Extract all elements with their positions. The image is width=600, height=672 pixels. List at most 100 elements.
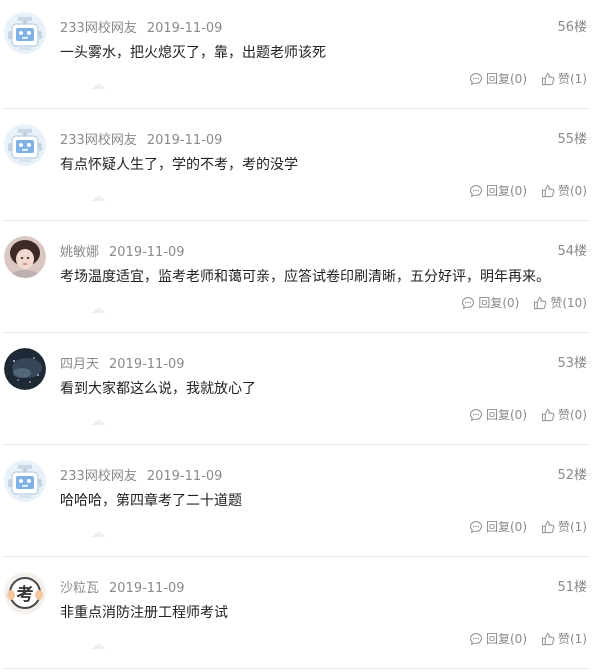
reply-arrow-marker xyxy=(92,531,106,537)
comment-text: 哈哈哈，第四章考了二十道题 xyxy=(60,493,242,509)
chat-bubble-icon xyxy=(469,520,483,534)
like-button[interactable]: 赞(1) xyxy=(541,70,587,87)
comment-date: 2019-11-09 xyxy=(109,581,185,596)
reply-arrow-marker xyxy=(92,307,106,313)
avatar-image xyxy=(4,348,46,390)
thumbs-up-icon xyxy=(541,632,555,646)
comment-actions: 回复(0) 赞(1) xyxy=(469,630,587,647)
like-label: 赞(1) xyxy=(558,520,587,534)
chat-bubble-icon xyxy=(461,296,475,310)
photo-avatar[interactable] xyxy=(4,236,46,278)
avatar-image xyxy=(4,124,46,166)
reply-button[interactable]: 回复(0) xyxy=(469,406,527,423)
divider xyxy=(4,220,588,221)
chat-bubble-icon xyxy=(469,72,483,86)
like-label: 赞(1) xyxy=(558,632,587,646)
username[interactable]: 四月天 xyxy=(60,357,99,372)
reply-label: 回复(0) xyxy=(486,632,527,646)
like-button[interactable]: 赞(10) xyxy=(533,294,587,311)
comment-meta: 233网校网友 2019-11-09 xyxy=(60,129,222,148)
reply-button[interactable]: 回复(0) xyxy=(469,518,527,535)
avatar-image xyxy=(4,236,46,278)
comment-text: 非重点消防注册工程师考试 xyxy=(60,605,228,621)
comment-list: 233网校网友 2019-11-09 56楼 一头雾水，把火熄灭了，靠，出题老师该… xyxy=(0,0,600,672)
robot-avatar[interactable] xyxy=(4,460,46,502)
comment-item: 考 沙粒瓦 2019-11-09 51楼 非重点消防注册工程师考试 回复(0) 赞… xyxy=(0,560,600,672)
avatar-image xyxy=(4,12,46,54)
thumbs-up-icon xyxy=(541,184,555,198)
divider xyxy=(4,556,588,557)
like-label: 赞(10) xyxy=(550,296,587,310)
comment-text: 有点怀疑人生了，学的不考，考的没学 xyxy=(60,157,298,173)
comment-date: 2019-11-09 xyxy=(109,245,185,260)
divider xyxy=(4,332,588,333)
comment-item: 四月天 2019-11-09 53楼 看到大家都这么说，我就放心了 回复(0) 赞… xyxy=(0,336,600,448)
robot-avatar[interactable] xyxy=(4,12,46,54)
comment-text: 一头雾水，把火熄灭了，靠，出题老师该死 xyxy=(60,45,326,61)
like-button[interactable]: 赞(1) xyxy=(541,630,587,647)
comment-text: 考场温度适宜，监考老师和蔼可亲，应答试卷印刷清晰，五分好评，明年再来。 xyxy=(60,269,550,285)
reply-button[interactable]: 回复(0) xyxy=(469,182,527,199)
like-label: 赞(0) xyxy=(558,408,587,422)
avatar-char: 考 xyxy=(16,584,34,605)
floor-number: 54楼 xyxy=(557,244,587,259)
comment-meta: 沙粒瓦 2019-11-09 xyxy=(60,577,185,596)
reply-arrow-marker xyxy=(92,83,106,89)
reply-label: 回复(0) xyxy=(486,408,527,422)
comment-item: 姚敏娜 2019-11-09 54楼 考场温度适宜，监考老师和蔼可亲，应答试卷印刷… xyxy=(0,224,600,336)
comment-actions: 回复(0) 赞(0) xyxy=(469,406,587,423)
reply-label: 回复(0) xyxy=(478,296,520,310)
comment-meta: 四月天 2019-11-09 xyxy=(60,353,185,372)
username[interactable]: 233网校网友 xyxy=(60,133,137,148)
thumbs-up-icon xyxy=(533,296,547,310)
like-button[interactable]: 赞(0) xyxy=(541,182,587,199)
comment-actions: 回复(0) 赞(0) xyxy=(469,182,587,199)
comment-meta: 233网校网友 2019-11-09 xyxy=(60,465,222,484)
reply-label: 回复(0) xyxy=(486,184,527,198)
username[interactable]: 沙粒瓦 xyxy=(60,581,99,596)
comment-date: 2019-11-09 xyxy=(109,357,185,372)
comment-meta: 姚敏娜 2019-11-09 xyxy=(60,241,185,260)
chat-bubble-icon xyxy=(469,632,483,646)
comment-date: 2019-11-09 xyxy=(146,133,223,148)
kao-avatar[interactable]: 考 xyxy=(4,572,46,614)
reply-arrow-marker xyxy=(92,643,106,649)
comment-meta: 233网校网友 2019-11-09 xyxy=(60,17,222,36)
divider xyxy=(4,108,588,109)
thumbs-up-icon xyxy=(541,408,555,422)
username[interactable]: 233网校网友 xyxy=(60,469,137,484)
comment-date: 2019-11-09 xyxy=(146,21,223,36)
like-button[interactable]: 赞(0) xyxy=(541,406,587,423)
avatar-image: 考 xyxy=(4,572,46,614)
floor-number: 52楼 xyxy=(557,468,587,483)
thumbs-up-icon xyxy=(541,520,555,534)
floor-number: 56楼 xyxy=(557,20,587,35)
reply-button[interactable]: 回复(0) xyxy=(469,70,527,87)
comment-item: 233网校网友 2019-11-09 55楼 有点怀疑人生了，学的不考，考的没学 … xyxy=(0,112,600,224)
chat-bubble-icon xyxy=(469,408,483,422)
reply-arrow-marker xyxy=(92,195,106,201)
reply-label: 回复(0) xyxy=(486,520,527,534)
divider xyxy=(4,444,588,445)
floor-number: 53楼 xyxy=(557,356,587,371)
comment-actions: 回复(0) 赞(10) xyxy=(461,294,587,311)
divider xyxy=(4,668,588,669)
like-label: 赞(1) xyxy=(558,72,587,86)
floor-number: 55楼 xyxy=(557,132,587,147)
comment-actions: 回复(0) 赞(1) xyxy=(469,518,587,535)
comment-item: 233网校网友 2019-11-09 56楼 一头雾水，把火熄灭了，靠，出题老师该… xyxy=(0,0,600,112)
like-button[interactable]: 赞(1) xyxy=(541,518,587,535)
comment-item: 233网校网友 2019-11-09 52楼 哈哈哈，第四章考了二十道题 回复(0… xyxy=(0,448,600,560)
reply-button[interactable]: 回复(0) xyxy=(469,630,527,647)
robot-avatar[interactable] xyxy=(4,124,46,166)
comment-actions: 回复(0) 赞(1) xyxy=(469,70,587,87)
comment-date: 2019-11-09 xyxy=(146,469,223,484)
space-avatar[interactable] xyxy=(4,348,46,390)
reply-button[interactable]: 回复(0) xyxy=(461,294,519,311)
comment-text: 看到大家都这么说，我就放心了 xyxy=(60,381,256,397)
like-label: 赞(0) xyxy=(558,184,587,198)
floor-number: 51楼 xyxy=(557,580,587,595)
username[interactable]: 姚敏娜 xyxy=(60,245,99,260)
reply-label: 回复(0) xyxy=(486,72,527,86)
username[interactable]: 233网校网友 xyxy=(60,21,137,36)
